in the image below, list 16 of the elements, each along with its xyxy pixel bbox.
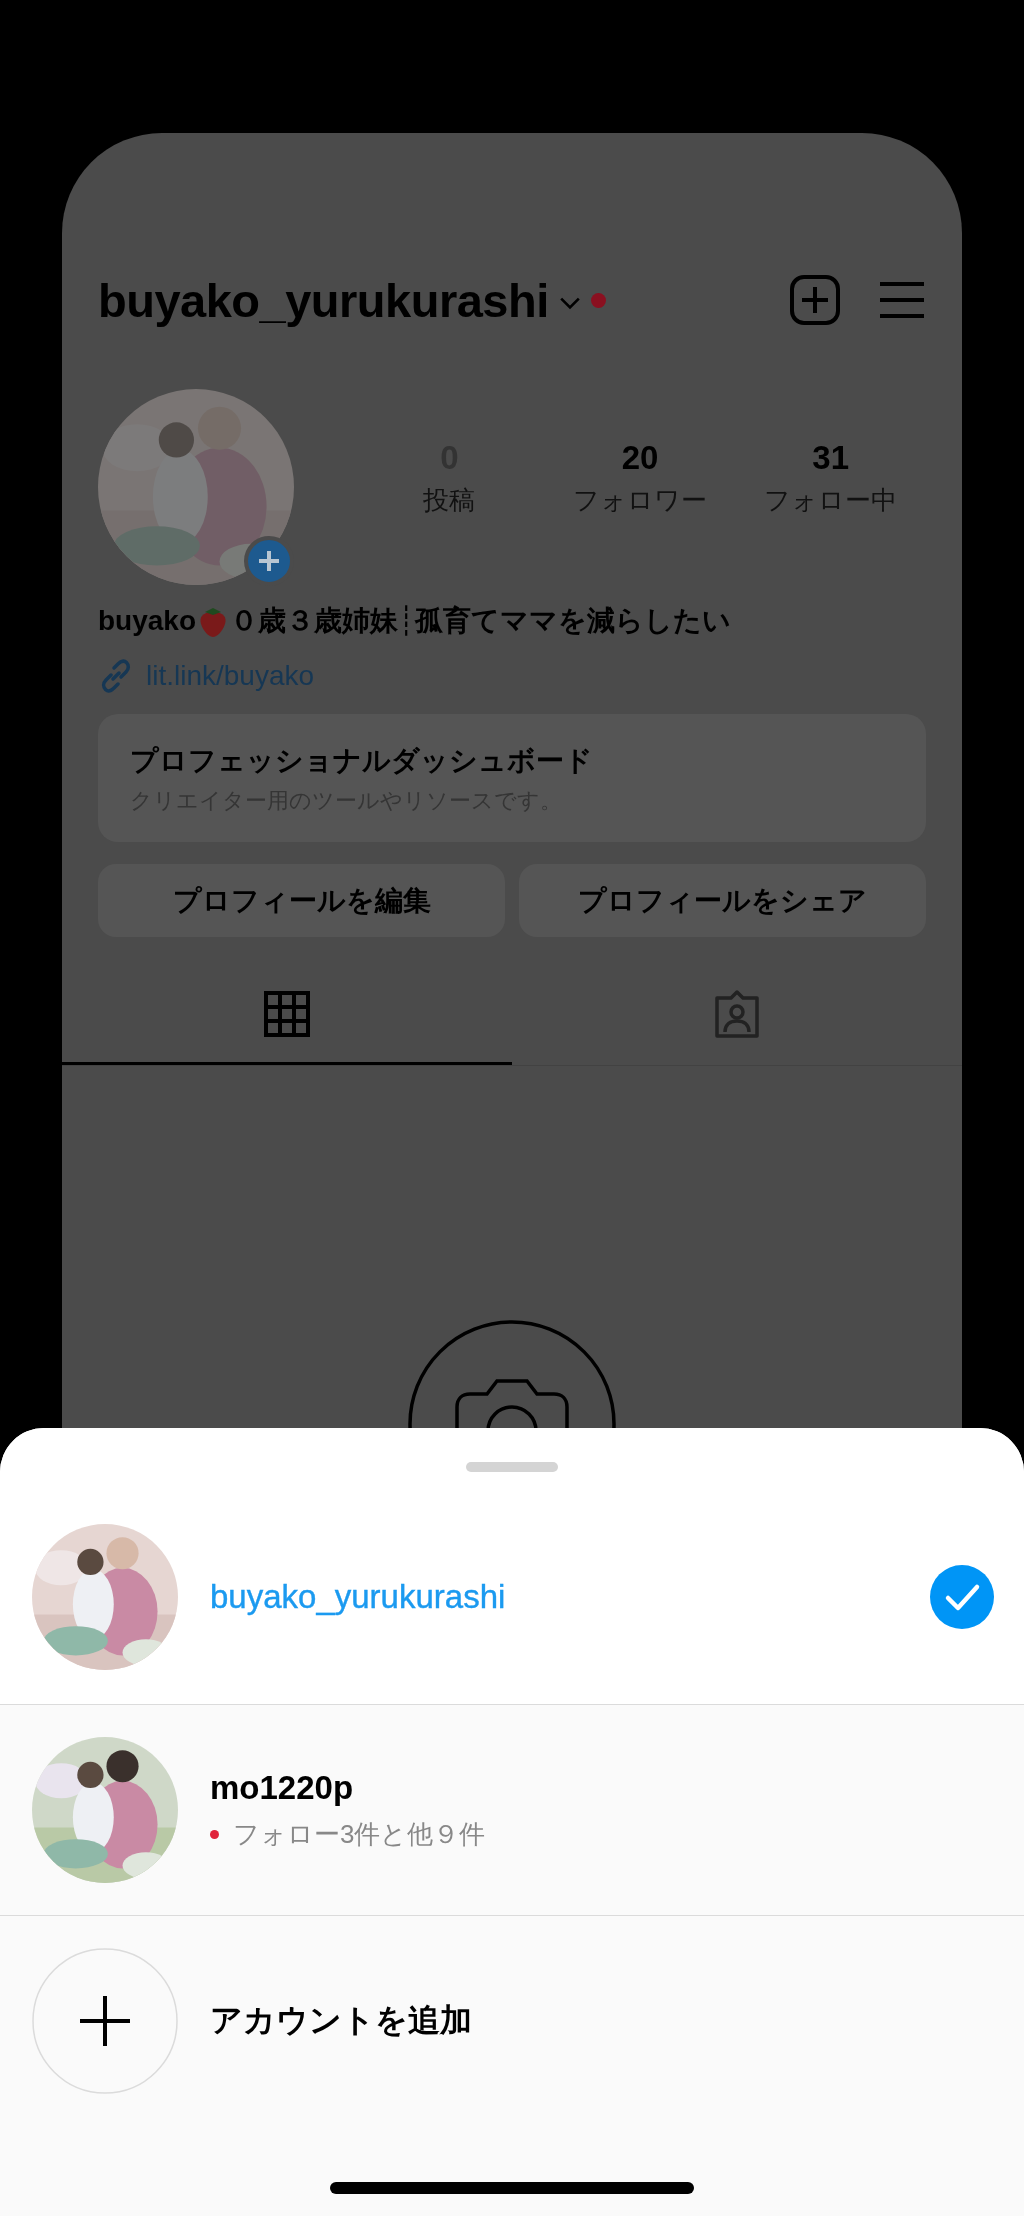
account-row[interactable]: buyako_yurukurashi xyxy=(0,1428,1024,1705)
stat-label[interactable]: フォロワー xyxy=(573,482,707,518)
stat-label[interactable]: フォロー中 xyxy=(764,482,898,518)
bio-name: buyako xyxy=(98,605,197,637)
notification-text: フォロー3件と他９件 xyxy=(233,1817,486,1851)
account-username: mo1220p xyxy=(210,1768,355,1807)
stat-count[interactable]: 20 xyxy=(621,438,659,477)
account-username[interactable]: buyako_yurukurashi xyxy=(98,272,549,328)
bio-text: ０歳３歳姉妹┊孤育てママを減らしたい xyxy=(230,604,731,638)
account-username: buyako_yurukurashi xyxy=(210,1578,507,1616)
profile-button[interactable]: プロフィールを編集 xyxy=(98,864,505,937)
stat-label: 投稿 xyxy=(423,483,476,517)
dashboard-title: プロフェッショナルダッシュボード xyxy=(130,744,594,778)
stat-count[interactable]: 31 xyxy=(812,438,849,477)
add-account-label: アカウントを追加 xyxy=(210,2001,472,2040)
profile-button[interactable]: プロフィールをシェア xyxy=(519,864,926,937)
